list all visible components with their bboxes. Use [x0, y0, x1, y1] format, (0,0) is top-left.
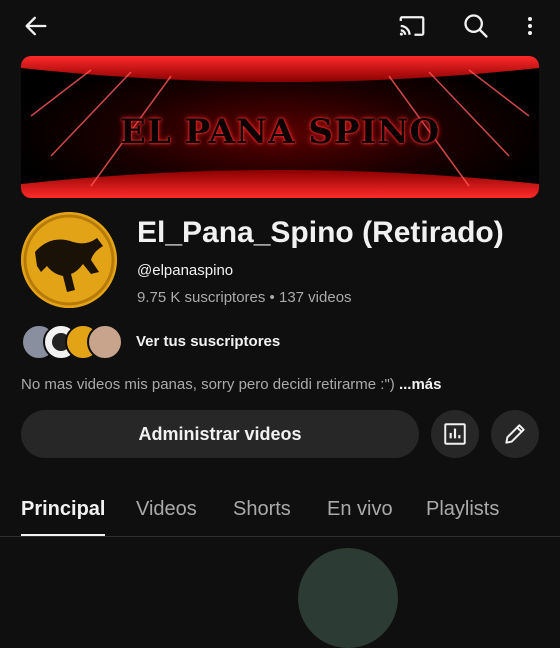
channel-tabs: Principal Videos Shorts En vivo Playlist… — [0, 486, 560, 536]
search-button[interactable] — [456, 8, 496, 44]
tab-principal[interactable]: Principal — [21, 498, 105, 521]
tab-videos[interactable]: Videos — [136, 498, 197, 521]
tab-shorts[interactable]: Shorts — [233, 498, 291, 521]
description-text: No mas videos mis panas, sorry pero deci… — [21, 376, 399, 393]
channel-description[interactable]: No mas videos mis panas, sorry pero deci… — [21, 376, 441, 393]
edit-channel-button[interactable] — [491, 410, 539, 458]
channel-handle: @elpanaspino — [137, 262, 234, 279]
analytics-icon — [444, 423, 466, 445]
arrow-left-icon — [25, 16, 47, 36]
view-subscribers-link[interactable]: Ver tus suscriptores — [136, 333, 280, 350]
cast-button[interactable] — [392, 8, 432, 44]
manage-videos-button[interactable]: Administrar videos — [21, 410, 419, 458]
more-vert-icon — [528, 17, 532, 35]
tabs-divider — [0, 536, 560, 537]
search-icon — [464, 14, 488, 38]
content-thumbnail[interactable] — [298, 548, 398, 648]
more-options-button[interactable] — [512, 8, 548, 44]
pencil-icon — [505, 424, 525, 444]
channel-banner: EL PANA SPINO — [21, 56, 539, 198]
channel-avatar[interactable] — [21, 212, 117, 308]
cast-icon — [399, 16, 425, 36]
dinosaur-logo-icon — [21, 212, 117, 308]
subscriber-avatar — [87, 324, 123, 360]
description-more-link[interactable]: ...más — [399, 376, 442, 393]
tab-playlists[interactable]: Playlists — [426, 498, 499, 521]
top-app-bar — [0, 0, 560, 50]
subscribers-row[interactable]: Ver tus suscriptores — [21, 324, 421, 360]
channel-name: El_Pana_Spino (Retirado) — [137, 216, 504, 249]
banner-text: EL PANA SPINO — [119, 112, 441, 152]
tab-en-vivo[interactable]: En vivo — [327, 498, 393, 521]
analytics-button[interactable] — [431, 410, 479, 458]
channel-stats: 9.75 K suscriptores • 137 videos — [137, 289, 352, 306]
back-button[interactable] — [16, 8, 56, 44]
